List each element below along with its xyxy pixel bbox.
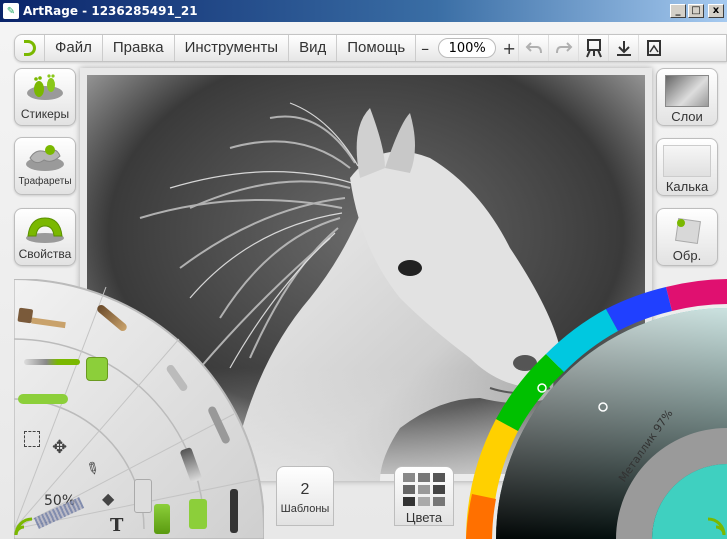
color-picker[interactable]: Металлик 97% [466,279,727,539]
menu-file[interactable]: Файл [45,35,103,61]
reference-panel[interactable]: Обр. [656,208,718,266]
layers-label: Слои [671,109,703,124]
properties-panel[interactable]: Свойства [14,208,76,266]
menu-view[interactable]: Вид [289,35,338,61]
layers-panel[interactable]: Слои [656,68,718,126]
download-icon[interactable] [608,35,638,61]
properties-icon [15,209,75,247]
presets-label: Шаблоны [280,503,330,515]
tool-picker-wheel: ✥ ✎ ◆ T 50% [13,278,265,539]
minimize-button[interactable]: _ [670,4,686,18]
zoom-out-button[interactable]: – [416,39,434,58]
sticker-spray-icon[interactable] [189,499,207,529]
transform-icon[interactable]: ✥ [52,439,67,457]
zoom-level[interactable]: 100% [438,38,497,58]
window-title: ArtRage - 1236285491_21 [23,4,198,18]
footprints-icon [15,69,75,107]
stickers-panel[interactable]: Стикеры [14,68,76,126]
close-button[interactable]: x [708,4,724,18]
layer-thumbnail[interactable] [665,75,709,107]
menu-bar: Файл Правка Инструменты Вид Помощь – 100… [14,34,727,62]
canvas-settings-icon[interactable] [638,35,668,61]
menu-edit[interactable]: Правка [103,35,175,61]
stencils-panel[interactable]: Трафареты [14,137,76,195]
color-picker-collapse-icon[interactable] [702,515,726,537]
ink-pen-icon[interactable] [230,489,238,533]
fill-icon[interactable]: ◆ [102,489,114,508]
redo-icon[interactable] [548,35,578,61]
reference-pin-icon [667,214,707,246]
stencils-icon [15,138,75,176]
menu-tools[interactable]: Инструменты [175,35,290,61]
easel-icon[interactable] [578,35,608,61]
tracing-label: Калька [665,179,709,194]
tracing-icon [663,145,711,177]
tool-wheel-collapse-icon[interactable] [14,515,40,537]
swatches-label: Цвета [405,510,443,525]
zoom-in-button[interactable]: + [500,39,518,58]
pencil-icon[interactable] [24,359,80,365]
app-icon: ✎ [3,3,19,19]
swatches-grid-icon [395,473,453,506]
swatches-panel[interactable]: Цвета [394,466,454,526]
select-icon[interactable] [24,431,40,447]
artrage-logo-icon[interactable] [15,35,45,61]
properties-label: Свойства [18,247,72,261]
menu-help[interactable]: Помощь [337,35,417,61]
undo-icon[interactable] [518,35,548,61]
paint-tube-icon[interactable] [134,479,152,513]
presets-count: 2 [300,481,310,498]
stencils-label: Трафареты [18,176,72,187]
tracing-panel[interactable]: Калька [656,138,718,196]
workspace: Файл Правка Инструменты Вид Помощь – 100… [0,22,727,539]
crayon-icon[interactable] [18,394,68,404]
stickers-label: Стикеры [20,107,70,121]
glitter-icon[interactable] [154,504,170,534]
title-bar: ✎ ArtRage - 1236285491_21 _ □ x [0,0,727,22]
paint-pot-icon[interactable] [86,357,108,381]
text-icon[interactable]: T [110,515,123,536]
presets-panel[interactable]: 2 Шаблоны [276,466,334,526]
maximize-button[interactable]: □ [688,4,704,18]
reference-label: Обр. [672,248,702,263]
